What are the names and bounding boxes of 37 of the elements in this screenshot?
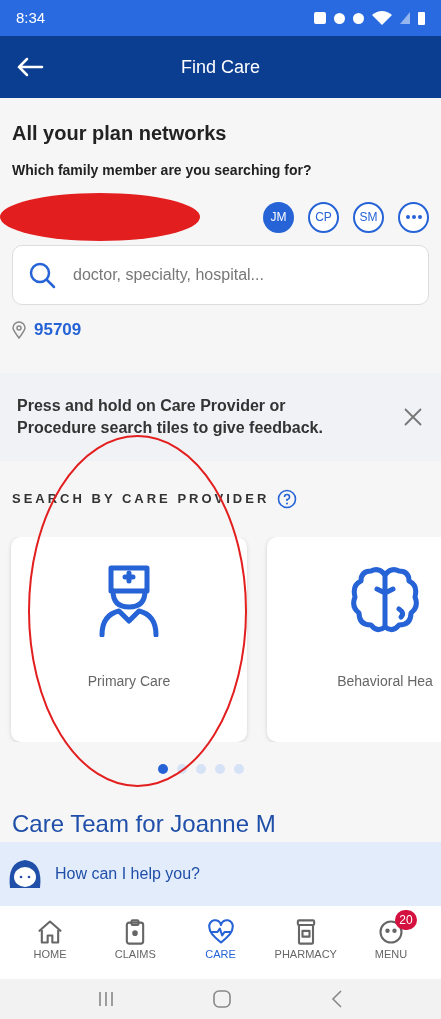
status-time: 8:34 xyxy=(16,7,46,28)
page-title: Find Care xyxy=(181,55,260,79)
chatbot-avatar-icon xyxy=(7,857,43,890)
care-provider-tile[interactable]: Primary Care xyxy=(11,536,247,742)
more-button[interactable] xyxy=(398,201,429,233)
member-avatar[interactable]: CP xyxy=(308,201,339,233)
wifi-icon xyxy=(372,11,392,25)
family-question: Which family member are you searching for? xyxy=(12,161,313,180)
help-icon xyxy=(277,488,298,509)
nav-tab[interactable]: MENU 20 xyxy=(351,909,431,962)
nav-tab[interactable]: HOME xyxy=(10,909,90,962)
recent-apps-icon[interactable] xyxy=(96,989,115,1008)
heartbeat-icon xyxy=(205,917,236,946)
more-icon xyxy=(405,215,422,219)
zip-code-link[interactable]: 95709 xyxy=(34,317,82,343)
nav-tab[interactable]: CARE xyxy=(180,909,261,962)
back-icon[interactable] xyxy=(330,988,345,1009)
plan-title: All your plan networks xyxy=(12,121,228,146)
nav-tab[interactable]: CLAIMS xyxy=(95,909,176,962)
home-button-icon[interactable] xyxy=(212,988,233,1009)
back-arrow-icon xyxy=(16,57,44,77)
nav-tab[interactable]: PHARMACY xyxy=(265,909,346,962)
member-avatar[interactable]: SM xyxy=(353,201,384,233)
member-avatar[interactable]: JM xyxy=(263,201,294,233)
care-provider-tile[interactable]: Behavioral Hea xyxy=(267,536,441,742)
nurse-icon xyxy=(99,564,159,637)
notification-badge: 20 xyxy=(395,909,417,930)
feedback-text: Press and hold on Care Provider or Procedure search tiles to give feedback. xyxy=(17,395,324,438)
close-icon xyxy=(403,406,423,427)
search-field[interactable]: doctor, specialty, hospital... xyxy=(12,245,429,305)
chat-prompt: How can I help you? xyxy=(55,863,200,884)
search-icon xyxy=(28,261,56,289)
location-pin-icon xyxy=(12,320,26,339)
chat-bar[interactable]: How can I help you? xyxy=(0,841,441,906)
care-team-heading: Care Team for Joanne M xyxy=(11,809,277,838)
battery-icon xyxy=(418,11,425,25)
signal-icon xyxy=(400,12,410,24)
